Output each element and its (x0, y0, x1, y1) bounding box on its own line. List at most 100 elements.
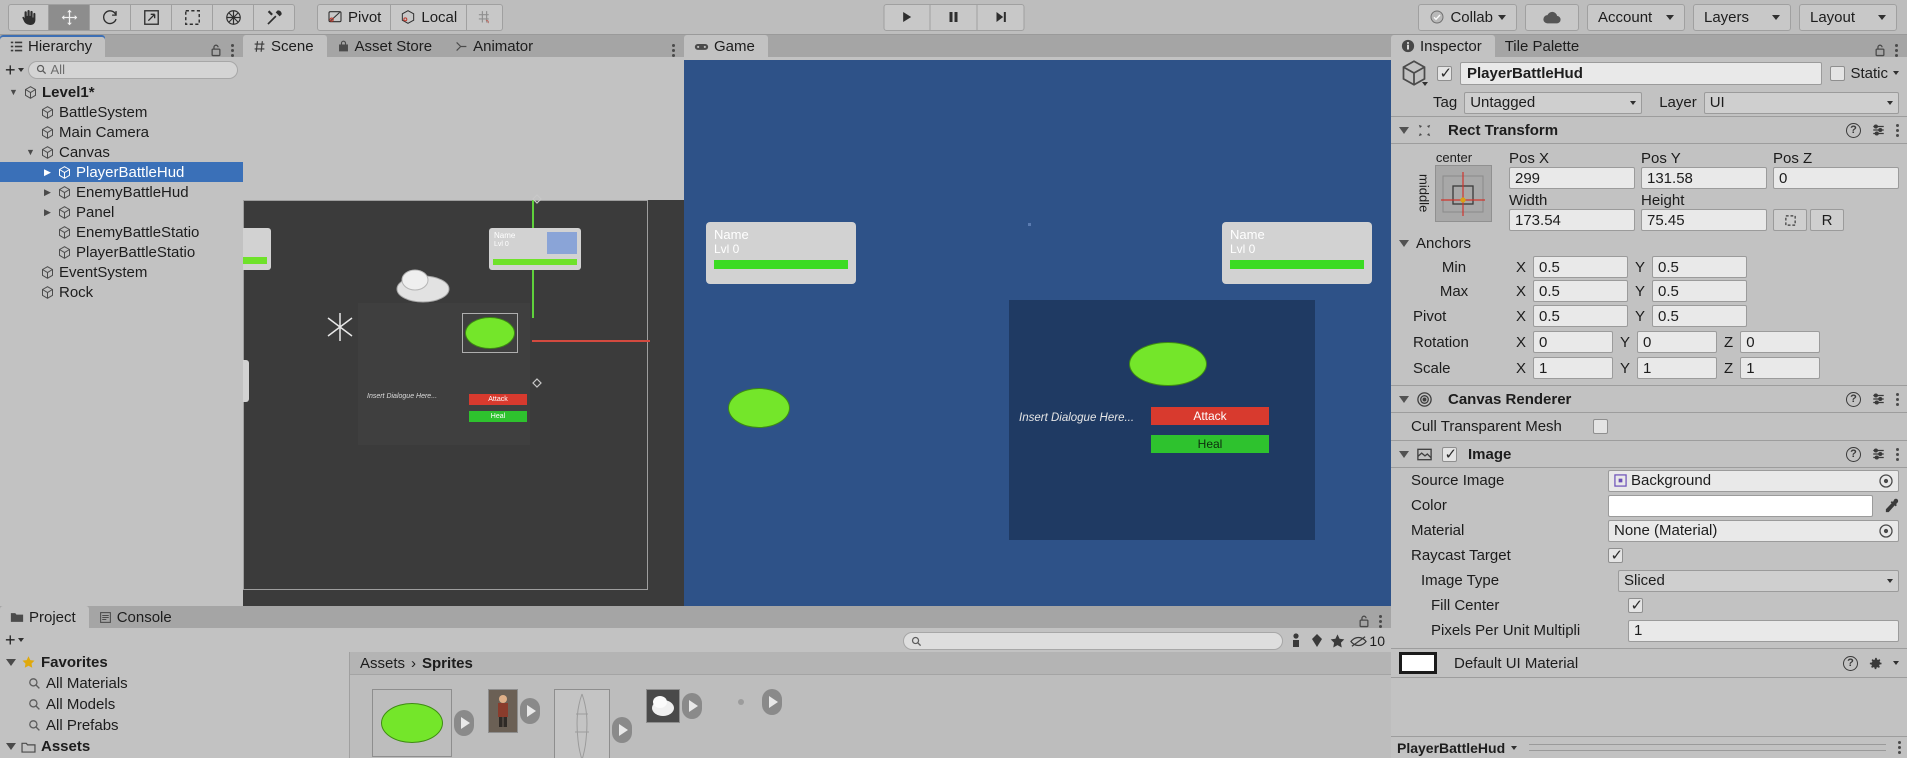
play-button[interactable] (883, 3, 930, 31)
favorite-all-prefabs[interactable]: All Prefabs (0, 715, 349, 736)
preset-icon[interactable] (1871, 447, 1886, 461)
breadcrumb-assets[interactable]: Assets (360, 655, 405, 672)
scene-heal-button[interactable]: Heal (469, 411, 527, 422)
asset-tall[interactable] (554, 689, 632, 758)
collapse-triangle-icon[interactable] (1399, 126, 1409, 134)
help-icon[interactable]: ? (1846, 446, 1861, 462)
asset-rock[interactable] (646, 689, 702, 723)
asset-tall-thumb[interactable] (554, 689, 610, 758)
scale-x-input[interactable]: 1 (1533, 357, 1614, 379)
project-search-input[interactable] (903, 632, 1284, 650)
scene-viewport[interactable]: Name Lvl 0 Insert Dialogue Here... Attac… (243, 60, 684, 606)
rotation-x-input[interactable]: 0 (1533, 331, 1614, 353)
lock-icon[interactable] (210, 43, 222, 57)
hierarchy-item-battlesystem[interactable]: BattleSystem (0, 102, 243, 122)
asset-green-blob-thumb[interactable] (372, 689, 452, 757)
collapse-triangle-icon[interactable] (1399, 395, 1409, 403)
scene-menu-icon[interactable] (672, 44, 675, 57)
transform-tool-button[interactable] (213, 3, 254, 31)
collapse-triangle-icon[interactable] (1399, 239, 1409, 247)
pivot-y-input[interactable]: 0.5 (1652, 305, 1748, 327)
cloud-button[interactable] (1525, 3, 1579, 31)
help-icon[interactable]: ? (1846, 122, 1861, 138)
default-ui-material-header[interactable]: Default UI Material ? (1391, 648, 1907, 678)
hand-tool-button[interactable] (8, 3, 49, 31)
collapse-triangle-icon[interactable] (6, 659, 16, 666)
asset-character-preview-button[interactable] (520, 698, 540, 724)
component-menu-icon[interactable] (1896, 447, 1899, 461)
pivot-button[interactable]: Pivot (317, 3, 392, 31)
custom-tool-button[interactable] (254, 3, 295, 31)
project-menu-icon[interactable] (1379, 614, 1382, 628)
lock-icon[interactable] (1358, 614, 1370, 628)
move-tool-button[interactable] (49, 3, 90, 31)
rect-handle-bottom[interactable] (531, 378, 543, 390)
tab-scene[interactable]: Scene (243, 35, 327, 57)
preset-icon[interactable] (1871, 392, 1886, 406)
game-attack-button[interactable]: Attack (1151, 407, 1269, 425)
pixels-per-unit-input[interactable]: 1 (1628, 619, 1899, 642)
scene-attack-button[interactable]: Attack (469, 394, 527, 405)
hierarchy-item-enemybattlestatio[interactable]: EnemyBattleStatio (0, 222, 243, 242)
width-input[interactable]: 173.54 (1509, 209, 1635, 231)
component-menu-icon[interactable] (1896, 123, 1899, 137)
step-button[interactable] (977, 3, 1024, 31)
expand-triangle-right-icon[interactable]: ▶ (42, 187, 53, 198)
preset-icon[interactable] (1871, 123, 1886, 137)
pause-button[interactable] (930, 3, 977, 31)
rotation-z-input[interactable]: 0 (1740, 331, 1821, 353)
anchor-min-y-input[interactable]: 0.5 (1652, 256, 1748, 278)
collapse-triangle-icon[interactable] (1399, 450, 1409, 458)
layer-dropdown[interactable]: UI (1703, 91, 1899, 114)
pos-z-input[interactable]: 0 (1773, 167, 1899, 189)
grid-snap-button[interactable] (467, 3, 504, 31)
asset-tiny-preview-button[interactable] (762, 689, 782, 715)
hierarchy-item-eventsystem[interactable]: EventSystem (0, 262, 243, 282)
tab-console[interactable]: Console (89, 606, 185, 628)
hierarchy-item-playerbattlehud[interactable]: ▶ PlayerBattleHud (0, 162, 243, 182)
hierarchy-item-main-camera[interactable]: Main Camera (0, 122, 243, 142)
asset-character[interactable] (488, 689, 540, 733)
cull-transparent-mesh-checkbox[interactable] (1592, 419, 1608, 434)
project-create-button[interactable]: + (5, 631, 24, 649)
asset-character-thumb[interactable] (488, 689, 518, 733)
asset-green-blob-preview-button[interactable] (454, 710, 474, 736)
help-icon[interactable]: ? (1843, 655, 1858, 671)
raw-edit-button[interactable]: R (1810, 209, 1844, 231)
chevron-down-icon[interactable] (1511, 745, 1518, 750)
tab-tile-palette[interactable]: Tile Palette (1495, 35, 1592, 57)
favorites-group[interactable]: Favorites (0, 652, 349, 673)
source-image-picker-icon[interactable] (1879, 473, 1893, 488)
collapse-triangle-icon[interactable] (6, 743, 16, 750)
rotate-tool-button[interactable] (90, 3, 131, 31)
lock-icon[interactable] (1874, 43, 1886, 57)
filter-by-type-icon[interactable] (1287, 632, 1305, 650)
static-toggle[interactable]: Static (1830, 65, 1899, 82)
rect-transform-header[interactable]: Rect Transform ? (1391, 116, 1907, 144)
assets-group[interactable]: Assets (0, 736, 349, 757)
component-menu-icon[interactable] (1896, 392, 1899, 406)
material-picker-icon[interactable] (1879, 523, 1893, 538)
layout-button[interactable]: Layout (1799, 3, 1897, 31)
pos-y-input[interactable]: 131.58 (1641, 167, 1767, 189)
local-button[interactable]: Local (391, 3, 468, 31)
tab-project[interactable]: Project (0, 606, 89, 628)
chevron-down-icon[interactable] (1893, 661, 1899, 665)
fill-center-checkbox[interactable] (1628, 596, 1643, 614)
tab-game[interactable]: Game (684, 35, 768, 57)
image-type-dropdown[interactable]: Sliced (1618, 569, 1899, 592)
raycast-target-checkbox[interactable] (1608, 546, 1623, 564)
image-component-header[interactable]: Image ? (1391, 440, 1907, 468)
filter-by-label-icon[interactable] (1309, 633, 1325, 649)
create-object-button[interactable]: + (5, 61, 24, 79)
hierarchy-search-input[interactable]: All (27, 60, 238, 79)
favorite-all-models[interactable]: All Models (0, 694, 349, 715)
anchor-max-x-input[interactable]: 0.5 (1533, 280, 1629, 302)
account-button[interactable]: Account (1587, 3, 1685, 31)
tab-inspector[interactable]: Inspector (1391, 35, 1495, 57)
source-image-field[interactable]: Background (1608, 469, 1899, 492)
asset-rock-preview-button[interactable] (682, 693, 702, 719)
asset-tall-preview-button[interactable] (612, 717, 632, 743)
object-name-input[interactable]: PlayerBattleHud (1460, 61, 1823, 85)
anchor-preset-button[interactable] (1434, 165, 1492, 222)
